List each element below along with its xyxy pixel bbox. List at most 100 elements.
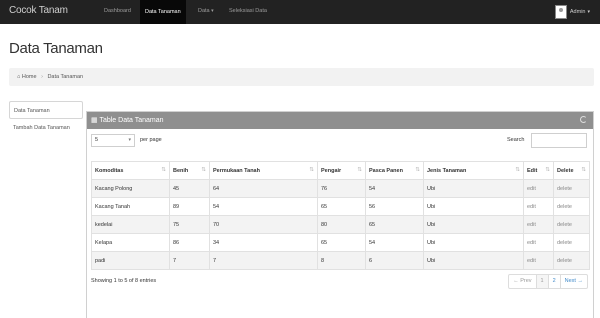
column-header-label: Komoditas xyxy=(95,167,124,174)
column-header-label: Pasca Panen xyxy=(369,167,403,174)
table-cell: 45 xyxy=(169,179,210,198)
table-cell: 8 xyxy=(317,251,366,270)
nav-data[interactable]: Data ▾ xyxy=(198,8,214,14)
prev-page-button[interactable]: ← Prev xyxy=(509,275,535,288)
sort-icon: ⇅ xyxy=(415,167,420,173)
top-navbar: Cocok Tanam Dashboard Data Tanaman Data … xyxy=(0,0,600,24)
app-brand[interactable]: Cocok Tanam xyxy=(9,5,68,16)
sidebar-item-tambah-data[interactable]: Tambah Data Tanaman xyxy=(9,119,83,137)
table-cell: 64 xyxy=(209,179,318,198)
sort-icon: ⇅ xyxy=(515,167,520,173)
table-row: Kelapa 86 34 65 54 Ubi edit delete xyxy=(91,233,590,252)
chevron-down-icon: ▾ xyxy=(128,137,131,143)
table-row: Kacang Tanah 89 54 65 56 Ubi edit delete xyxy=(91,197,590,216)
column-header[interactable]: Pengair ⇅ xyxy=(317,161,366,180)
table-cell: 54 xyxy=(365,179,424,198)
edit-link[interactable]: edit xyxy=(523,251,554,270)
table-cell: 89 xyxy=(169,197,210,216)
page-size-value: 5 xyxy=(95,137,99,143)
column-header[interactable]: Jenis Tanaman ⇅ xyxy=(423,161,524,180)
breadcrumb: ⌂ Home › Data Tanaman xyxy=(9,68,594,86)
nav-dashboard[interactable]: Dashboard xyxy=(104,8,131,14)
column-header[interactable]: Benih ⇅ xyxy=(169,161,210,180)
user-menu[interactable]: Admin ▾ xyxy=(554,3,590,21)
table-cell: Ubi xyxy=(423,215,524,234)
next-page-button[interactable]: Next → xyxy=(559,275,587,288)
table-cell: 7 xyxy=(209,251,318,270)
nav-data-tanaman[interactable]: Data Tanaman xyxy=(140,0,186,24)
table-cell: 7 xyxy=(169,251,210,270)
sidebar: Data Tanaman Tambah Data Tanaman xyxy=(9,101,83,137)
entries-info: Showing 1 to 5 of 8 entries xyxy=(91,278,157,284)
column-header[interactable]: Delete ⇅ xyxy=(553,161,590,180)
column-header-label: Edit xyxy=(527,167,538,174)
table-cell: 70 xyxy=(209,215,318,234)
table-cell: 75 xyxy=(169,215,210,234)
pagination: ← Prev 1 2 Next → xyxy=(508,274,588,289)
table-cell: Ubi xyxy=(423,251,524,270)
breadcrumb-separator: › xyxy=(41,74,43,80)
breadcrumb-home[interactable]: Home xyxy=(22,74,37,80)
sidebar-item-data-tanaman[interactable]: Data Tanaman xyxy=(9,101,83,119)
column-header[interactable]: Pasca Panen ⇅ xyxy=(365,161,424,180)
table-cell: 65 xyxy=(317,197,366,216)
sort-icon: ⇅ xyxy=(581,167,586,173)
chevron-down-icon: ▾ xyxy=(211,8,214,14)
table-cell: 80 xyxy=(317,215,366,234)
column-header-label: Jenis Tanaman xyxy=(427,167,467,174)
page-1-button[interactable]: 1 xyxy=(535,275,548,288)
table-cell: Kacang Polong xyxy=(91,179,170,198)
page-2-button[interactable]: 2 xyxy=(547,275,560,288)
table-cell: 34 xyxy=(209,233,318,252)
chevron-down-icon: ▾ xyxy=(587,9,590,15)
table-cell: 54 xyxy=(209,197,318,216)
sort-icon: ⇅ xyxy=(545,167,550,173)
table-row: Kacang Polong 45 64 76 54 Ubi edit delet… xyxy=(91,179,590,198)
nav-seleksiasi-data[interactable]: Seleksiasi Data xyxy=(229,8,267,14)
table-cell: kedelai xyxy=(91,215,170,234)
table-cell: 65 xyxy=(365,215,424,234)
delete-link[interactable]: delete xyxy=(553,233,590,252)
sort-icon: ⇅ xyxy=(309,167,314,173)
delete-link[interactable]: delete xyxy=(553,179,590,198)
column-header[interactable]: Edit ⇅ xyxy=(523,161,554,180)
column-header-label: Delete xyxy=(557,167,574,174)
edit-link[interactable]: edit xyxy=(523,197,554,216)
panel-title: Table Data Tanaman xyxy=(99,117,164,124)
breadcrumb-current: Data Tanaman xyxy=(47,74,84,80)
page-size-select[interactable]: 5 ▾ xyxy=(91,134,135,147)
table-cell: Kelapa xyxy=(91,233,170,252)
table-cell: padi xyxy=(91,251,170,270)
table-header-row: Komoditas ⇅ Benih ⇅ Permukaan Tanah ⇅ Penga… xyxy=(91,161,590,180)
table-cell: 76 xyxy=(317,179,366,198)
edit-link[interactable]: edit xyxy=(523,215,554,234)
delete-link[interactable]: delete xyxy=(553,197,590,216)
delete-link[interactable]: delete xyxy=(553,251,590,270)
column-header-label: Permukaan Tanah xyxy=(213,167,260,174)
sort-icon: ⇅ xyxy=(201,167,206,173)
nav-data-label: Data xyxy=(198,8,210,14)
table-cell: Ubi xyxy=(423,233,524,252)
data-panel: ▦ Table Data Tanaman 5 ▾ per page Search… xyxy=(86,111,594,318)
data-table: Komoditas ⇅ Benih ⇅ Permukaan Tanah ⇅ Penga… xyxy=(91,161,590,270)
column-header-label: Benih xyxy=(173,167,189,174)
column-header-label: Pengair xyxy=(321,167,342,174)
delete-link[interactable]: delete xyxy=(553,215,590,234)
edit-link[interactable]: edit xyxy=(523,233,554,252)
refresh-icon[interactable] xyxy=(580,116,587,123)
table-cell: Ubi xyxy=(423,179,524,198)
search-input[interactable] xyxy=(531,133,587,148)
avatar xyxy=(554,5,567,19)
table-row: padi 7 7 8 6 Ubi edit delete xyxy=(91,251,590,270)
user-name: Admin xyxy=(569,9,586,15)
edit-link[interactable]: edit xyxy=(523,179,554,198)
column-header[interactable]: Komoditas ⇅ xyxy=(91,161,170,180)
table-cell: 86 xyxy=(169,233,210,252)
column-header[interactable]: Permukaan Tanah ⇅ xyxy=(209,161,318,180)
per-page-label: per page xyxy=(140,137,162,143)
home-icon: ⌂ xyxy=(17,74,21,80)
table-cell: 65 xyxy=(317,233,366,252)
table-icon: ▦ xyxy=(91,117,98,124)
search-label: Search xyxy=(507,137,525,143)
table-cell: Kacang Tanah xyxy=(91,197,170,216)
